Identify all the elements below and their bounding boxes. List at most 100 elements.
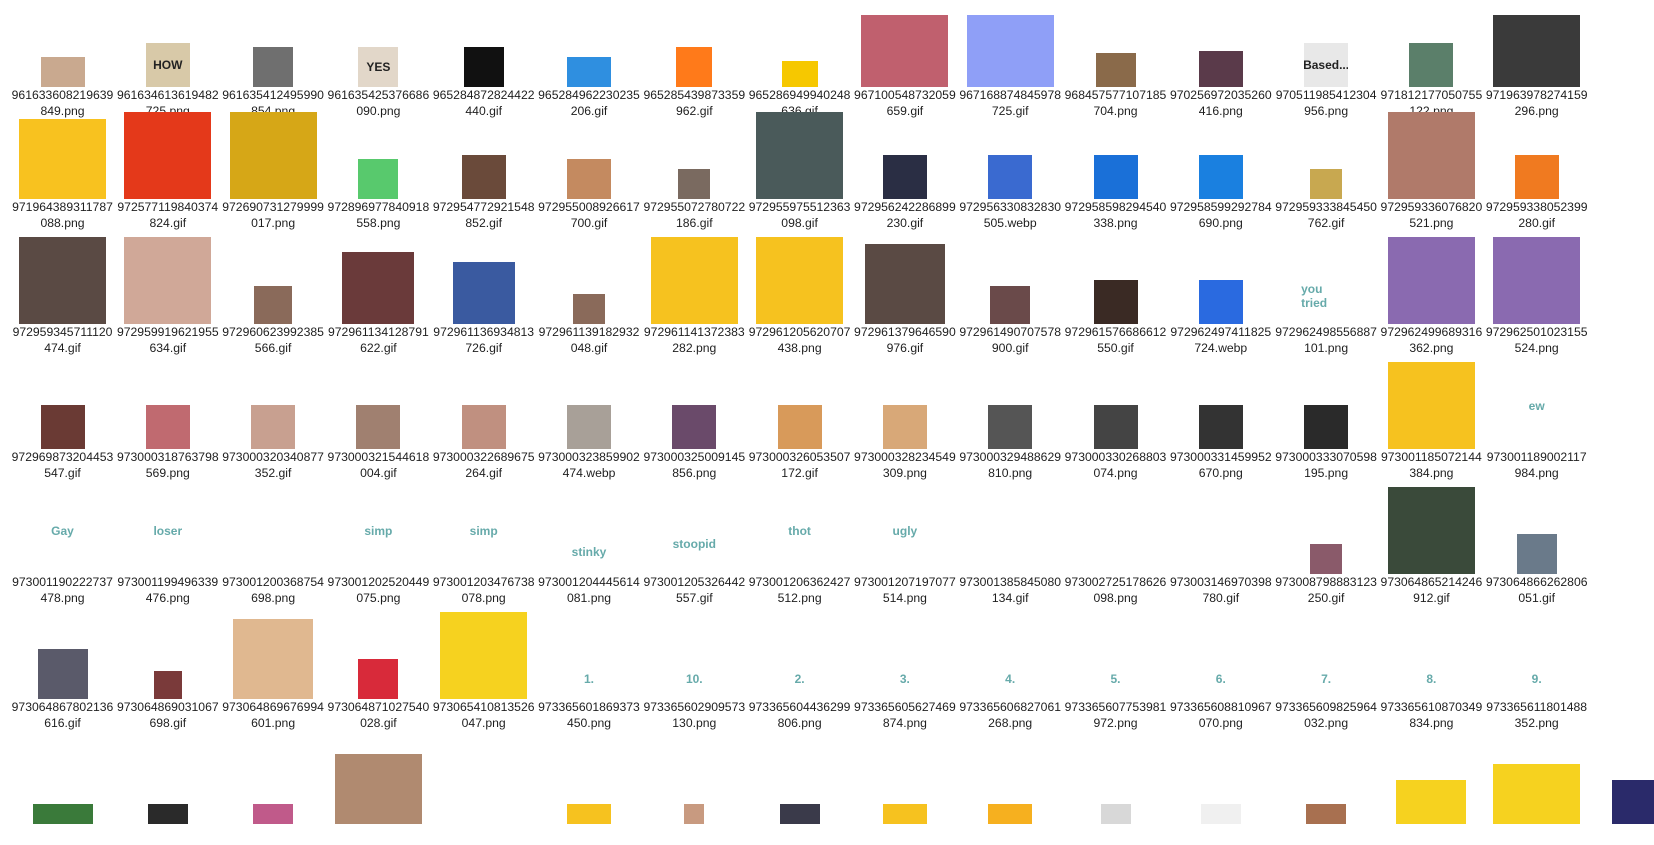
file-item[interactable]: 971812177050755 122.png xyxy=(1379,0,1484,125)
file-item[interactable] xyxy=(431,737,536,845)
file-item[interactable]: simp 973001203476738 078.png xyxy=(431,487,536,612)
file-item[interactable]: 973064871027540 028.gif xyxy=(326,612,431,737)
file-item[interactable] xyxy=(852,737,957,845)
file-item[interactable]: 970256972035260 416.png xyxy=(1168,0,1273,125)
file-item[interactable]: 972961134128791 622.gif xyxy=(326,237,431,362)
file-item[interactable]: 972961205620707 438.png xyxy=(747,237,852,362)
file-item[interactable]: 972961136934813 726.gif xyxy=(431,237,536,362)
file-item[interactable]: 972960623992385 566.gif xyxy=(221,237,326,362)
file-item[interactable]: 973001385845080 134.gif xyxy=(958,487,1063,612)
file-item[interactable]: 973003146970398 780.gif xyxy=(1168,487,1273,612)
file-item[interactable] xyxy=(115,737,220,845)
file-item[interactable]: 971964389311787 088.png xyxy=(10,112,115,237)
file-item[interactable]: 972959919621955 634.gif xyxy=(115,237,220,362)
file-item[interactable] xyxy=(10,737,115,845)
file-item[interactable]: 2. 973365604436299 806.png xyxy=(747,612,852,737)
file-item[interactable]: 972955975512363 098.gif xyxy=(747,112,852,237)
file-item[interactable]: YES 961635425376686 090.png xyxy=(326,0,431,125)
file-item[interactable]: 972955072780722 186.gif xyxy=(642,112,747,237)
file-item[interactable]: 8. 973365610870349 834.png xyxy=(1379,612,1484,737)
file-item[interactable]: 972958598294540 338.png xyxy=(1063,112,1168,237)
file-item[interactable]: 973000325009145 856.png xyxy=(642,362,747,487)
file-item[interactable]: 973000329488629 810.png xyxy=(958,362,1063,487)
file-item[interactable]: 973064869676994 601.png xyxy=(221,612,326,737)
file-item[interactable] xyxy=(537,737,642,845)
file-item[interactable]: 972961141372383 282.png xyxy=(642,237,747,362)
file-item[interactable]: 972962497411825 724.webp xyxy=(1168,237,1273,362)
file-item[interactable]: Based... 970511985412304 956.png xyxy=(1274,0,1379,125)
file-grid[interactable]: 961633608219639 849.png HOW 961634613619482… xyxy=(0,0,1654,845)
file-item[interactable]: 973000330268803 074.png xyxy=(1063,362,1168,487)
file-item[interactable] xyxy=(1274,737,1379,845)
file-item[interactable]: 973000328234549 309.png xyxy=(852,362,957,487)
file-item[interactable]: 961635412495990 854.png xyxy=(221,0,326,125)
file-item[interactable]: 972961490707578 900.gif xyxy=(958,237,1063,362)
file-item[interactable]: 973065410813526 047.png xyxy=(431,612,536,737)
file-item[interactable]: 973064866262806 051.gif xyxy=(1484,487,1589,612)
file-item[interactable]: 973064869031067 698.gif xyxy=(115,612,220,737)
file-item[interactable]: 973001185072144 384.png xyxy=(1379,362,1484,487)
file-item[interactable] xyxy=(747,737,852,845)
file-item[interactable]: 973000320340877 352.gif xyxy=(221,362,326,487)
file-item[interactable]: 972962499689316 362.png xyxy=(1379,237,1484,362)
file-item[interactable]: 5. 973365607753981 972.png xyxy=(1063,612,1168,737)
file-item[interactable]: 965284962230235 206.gif xyxy=(537,0,642,125)
file-item[interactable]: 9. 973365611801488 352.png xyxy=(1484,612,1589,737)
file-item[interactable]: 972961379646590 976.gif xyxy=(852,237,957,362)
file-item[interactable]: 973064865214246 912.gif xyxy=(1379,487,1484,612)
file-item[interactable] xyxy=(1379,737,1484,845)
file-item[interactable]: 972956330832830 505.webp xyxy=(958,112,1063,237)
file-item[interactable] xyxy=(1168,737,1273,845)
file-item[interactable]: 972956242286899 230.gif xyxy=(852,112,957,237)
file-item[interactable] xyxy=(1590,737,1654,845)
file-item[interactable]: 973008798883123 250.gif xyxy=(1274,487,1379,612)
file-item[interactable]: loser 973001199496339 476.png xyxy=(115,487,220,612)
file-item[interactable]: 972959345711120 474.gif xyxy=(10,237,115,362)
file-item[interactable]: 972959338052399 280.gif xyxy=(1484,112,1589,237)
file-item[interactable]: 965284872824422 440.gif xyxy=(431,0,536,125)
file-item[interactable]: simp 973001202520449 075.png xyxy=(326,487,431,612)
file-item[interactable]: 967100548732059 659.gif xyxy=(852,0,957,125)
file-item[interactable]: 972961576686612 550.gif xyxy=(1063,237,1168,362)
file-item[interactable]: 972690731279999 017.png xyxy=(221,112,326,237)
file-item[interactable]: 972958599292784 690.png xyxy=(1168,112,1273,237)
file-item[interactable]: 973000323859902 474.webp xyxy=(537,362,642,487)
file-item[interactable]: 968457577107185 704.png xyxy=(1063,0,1168,125)
file-item[interactable]: 961633608219639 849.png xyxy=(10,0,115,125)
file-item[interactable]: 7. 973365609825964 032.png xyxy=(1274,612,1379,737)
file-item[interactable]: 973001200368754 698.png xyxy=(221,487,326,612)
file-item[interactable]: 10. 973365602909573 130.png xyxy=(642,612,747,737)
file-item[interactable]: 972959333845450 762.gif xyxy=(1274,112,1379,237)
file-item[interactable]: 973000321544618 004.gif xyxy=(326,362,431,487)
file-item[interactable]: 972969873204453 547.gif xyxy=(10,362,115,487)
file-item[interactable]: 972896977840918 558.png xyxy=(326,112,431,237)
file-item[interactable]: 973064867802136 616.gif xyxy=(10,612,115,737)
file-item[interactable]: 4. 973365606827061 268.png xyxy=(958,612,1063,737)
file-item[interactable]: 973000318763798 569.png xyxy=(115,362,220,487)
file-item[interactable]: 973000331459952 670.png xyxy=(1168,362,1273,487)
file-item[interactable]: you tried 972962498556887 101.png xyxy=(1274,237,1379,362)
file-item[interactable]: Gay 973001190222737 478.png xyxy=(10,487,115,612)
file-item[interactable]: 972961139182932 048.gif xyxy=(537,237,642,362)
file-item[interactable]: ugly 973001207197077 514.png xyxy=(852,487,957,612)
file-item[interactable]: 972962501023155 524.png xyxy=(1484,237,1589,362)
file-item[interactable]: 965285439873359 962.gif xyxy=(642,0,747,125)
file-item[interactable]: 971963978274159 296.png xyxy=(1484,0,1589,125)
file-item[interactable]: 967168874845978 725.gif xyxy=(958,0,1063,125)
file-item[interactable]: 965286949940248 636.gif xyxy=(747,0,852,125)
file-item[interactable]: 1. 973365601869373 450.png xyxy=(537,612,642,737)
file-item[interactable]: stinky 973001204445614 081.png xyxy=(537,487,642,612)
file-item[interactable] xyxy=(1063,737,1168,845)
file-item[interactable]: 972577119840374 824.gif xyxy=(115,112,220,237)
file-item[interactable] xyxy=(221,737,326,845)
file-item[interactable]: 973000333070598 195.png xyxy=(1274,362,1379,487)
file-item[interactable]: 972954772921548 852.gif xyxy=(431,112,536,237)
file-item[interactable]: 973002725178626 098.png xyxy=(1063,487,1168,612)
file-item[interactable] xyxy=(326,737,431,845)
file-item[interactable]: 972959336076820 521.png xyxy=(1379,112,1484,237)
file-item[interactable] xyxy=(958,737,1063,845)
file-item[interactable]: 3. 973365605627469 874.png xyxy=(852,612,957,737)
file-item[interactable]: 6. 973365608810967 070.png xyxy=(1168,612,1273,737)
file-item[interactable]: thot 973001206362427 512.png xyxy=(747,487,852,612)
file-item[interactable] xyxy=(1484,737,1589,845)
